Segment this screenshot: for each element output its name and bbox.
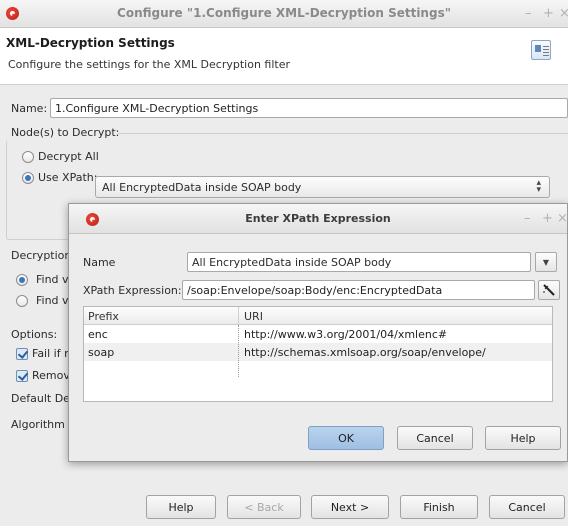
find-via-label-2[interactable]: Find vi (36, 294, 72, 307)
name-input[interactable]: 1.Configure XML-Decryption Settings (50, 98, 568, 118)
dialog-titlebar[interactable]: Enter XPath Expression – + × (69, 204, 568, 234)
xpath-select-value: All EncryptedData inside SOAP body (102, 181, 302, 194)
dialog-title: Enter XPath Expression (245, 212, 391, 225)
dropdown-arrow-icon[interactable]: ▼ (535, 252, 557, 272)
dialog-close-icon[interactable]: × (557, 211, 568, 226)
nodes-to-decrypt-label: Node(s) to Decrypt: (11, 126, 120, 139)
name-label: Name: (11, 102, 48, 115)
table-header: Prefix URI (84, 307, 552, 325)
column-divider (238, 307, 239, 325)
dialog-cancel-button[interactable]: Cancel (397, 426, 473, 450)
back-button[interactable]: < Back (227, 495, 301, 519)
remove-checkbox[interactable] (16, 370, 28, 382)
xpath-expression-input[interactable]: /soap:Envelope/soap:Body/enc:EncryptedDa… (182, 280, 535, 300)
uri-cell: http://www.w3.org/2001/04/xmlenc# (244, 328, 448, 341)
updown-arrows-icon: ▴ ▾ (536, 178, 541, 195)
close-icon[interactable]: × (559, 6, 568, 21)
algorithm-label: Algorithm (11, 418, 65, 431)
find-via-radio-1[interactable] (16, 274, 28, 286)
decrypt-all-label[interactable]: Decrypt All (38, 150, 99, 163)
page-description: Configure the settings for the XML Decry… (8, 58, 290, 71)
dialog-maximize-icon[interactable]: + (542, 211, 553, 226)
window-titlebar[interactable]: Configure "1.Configure XML-Decryption Se… (0, 0, 568, 28)
prefix-cell: soap (88, 346, 115, 359)
minimize-icon[interactable]: – (525, 6, 532, 21)
dialog-minimize-icon[interactable]: – (524, 211, 531, 226)
dialog-name-combo[interactable]: All EncryptedData inside SOAP body (187, 252, 531, 272)
window-title: Configure "1.Configure XML-Decryption Se… (117, 6, 451, 20)
document-settings-icon (531, 40, 551, 60)
uri-column-header[interactable]: URI (244, 310, 263, 323)
nodes-group-line (118, 133, 568, 134)
uri-cell: http://schemas.xmlsoap.org/soap/envelope… (244, 346, 486, 359)
default-label: Default De (11, 392, 70, 405)
wizard-button-bar: Help < Back Next > Finish Cancel (0, 487, 568, 527)
dialog-help-button[interactable]: Help (485, 426, 561, 450)
use-xpath-label[interactable]: Use XPath: (38, 171, 97, 184)
prefix-column-header[interactable]: Prefix (88, 310, 119, 323)
cancel-button[interactable]: Cancel (489, 495, 565, 519)
prefix-cell: enc (88, 328, 108, 341)
page-title: XML-Decryption Settings (6, 36, 175, 50)
next-button[interactable]: Next > (311, 495, 389, 519)
xpath-select[interactable]: All EncryptedData inside SOAP body ▴ ▾ (95, 176, 550, 198)
xpath-dialog: Enter XPath Expression – + × Name All En… (68, 203, 568, 462)
page-header: XML-Decryption Settings Configure the se… (0, 28, 568, 84)
fail-if-label[interactable]: Fail if n (32, 347, 71, 360)
use-xpath-radio[interactable] (22, 172, 34, 184)
maximize-icon[interactable]: + (543, 6, 554, 21)
table-row[interactable]: enc http://www.w3.org/2001/04/xmlenc# (84, 325, 552, 343)
dialog-name-label: Name (83, 256, 116, 269)
decrypt-all-radio[interactable] (22, 151, 34, 163)
ok-button[interactable]: OK (308, 426, 384, 450)
column-divider (238, 325, 239, 377)
decryption-label: Decryption (11, 249, 72, 262)
namespace-table: Prefix URI enc http://www.w3.org/2001/04… (83, 306, 553, 402)
help-button[interactable]: Help (146, 495, 216, 519)
xpath-expression-label: XPath Expression: (83, 284, 182, 297)
magic-wand-icon[interactable] (538, 280, 560, 300)
finish-button[interactable]: Finish (400, 495, 478, 519)
options-label: Options: (11, 328, 58, 341)
find-via-radio-2[interactable] (16, 295, 28, 307)
remove-label[interactable]: Remov (32, 369, 70, 382)
fail-if-checkbox[interactable] (16, 348, 28, 360)
find-via-label-1[interactable]: Find vi (36, 273, 72, 286)
table-row[interactable]: soap http://schemas.xmlsoap.org/soap/env… (84, 343, 552, 361)
